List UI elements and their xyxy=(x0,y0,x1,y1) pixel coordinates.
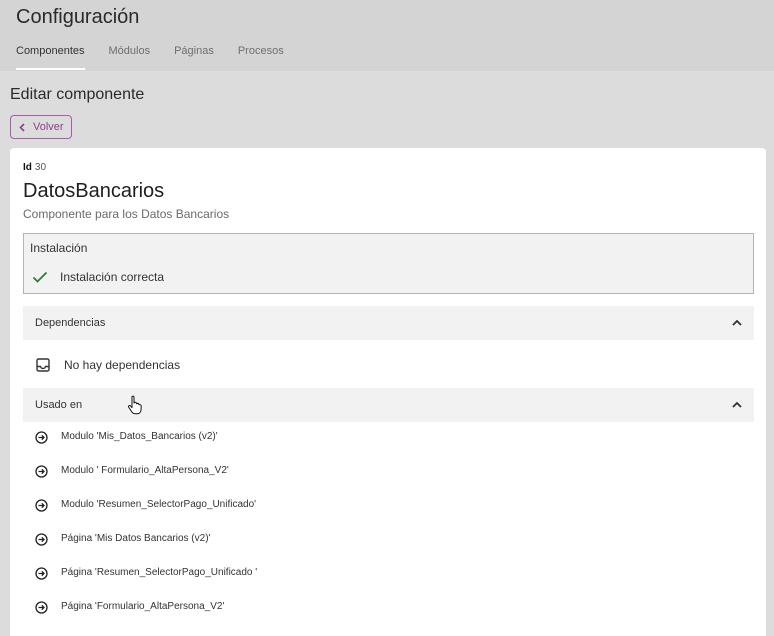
arrow-circle-right-icon xyxy=(35,431,48,444)
installation-status-text: Instalación correcta xyxy=(60,270,165,284)
tab-componentes[interactable]: Componentes xyxy=(16,45,85,70)
arrow-circle-right-icon xyxy=(35,533,48,546)
used-in-title: Usado en xyxy=(35,399,83,411)
component-id-value: 30 xyxy=(34,162,47,173)
no-dependencies-text: No hay dependencias xyxy=(64,358,181,372)
used-in-item[interactable]: Modulo ' Formulario_AltaPersona_V2' xyxy=(35,465,257,499)
component-id-label: Id xyxy=(23,162,32,173)
used-in-item-label: Página 'Formulario_AltaPersona_V2' xyxy=(61,601,225,612)
no-dependencies-message: No hay dependencias xyxy=(36,358,180,372)
arrow-circle-right-icon xyxy=(35,567,48,580)
used-in-item-label: Modulo 'Mis_Datos_Bancarios (v2)' xyxy=(61,431,218,442)
tab-paginas[interactable]: Páginas xyxy=(174,45,214,70)
dependencies-header[interactable]: Dependencias xyxy=(23,306,754,340)
used-in-item-label: Modulo 'Resumen_SelectorPago_Unificado' xyxy=(61,499,257,510)
used-in-item-label: Página 'Resumen_SelectorPago_Unificado ' xyxy=(61,567,258,578)
component-name: DatosBancarios xyxy=(23,180,165,202)
arrow-circle-right-icon xyxy=(35,465,48,478)
app-title: Configuración xyxy=(16,6,140,28)
installation-title: Instalación xyxy=(30,241,88,255)
component-id: Id 30 xyxy=(23,162,46,173)
inbox-icon xyxy=(36,358,50,372)
dependencies-title: Dependencias xyxy=(35,317,106,329)
installation-panel: Instalación Instalación correcta xyxy=(23,233,754,294)
chevron-left-icon xyxy=(19,122,25,132)
tab-modulos[interactable]: Módulos xyxy=(109,45,151,70)
chevron-up-icon[interactable] xyxy=(732,320,742,326)
used-in-item[interactable]: Modulo 'Resumen_SelectorPago_Unificado' xyxy=(35,499,257,533)
hand-pointer-icon xyxy=(127,395,142,415)
chevron-up-icon[interactable] xyxy=(732,402,742,408)
used-in-item[interactable]: Modulo 'Mis_Datos_Bancarios (v2)' xyxy=(35,431,257,465)
used-in-item[interactable]: Página 'Formulario_AltaPersona_V2' xyxy=(35,601,257,635)
tab-bar: Componentes Módulos Páginas Procesos xyxy=(16,45,308,70)
installation-status: Instalación correcta xyxy=(32,270,164,284)
used-in-item-label: Página 'Mis Datos Bancarios (v2)' xyxy=(61,533,211,544)
tab-procesos[interactable]: Procesos xyxy=(238,45,284,70)
component-description: Componente para los Datos Bancarios xyxy=(23,207,230,221)
check-icon xyxy=(32,271,48,283)
component-card: Id 30 DatosBancarios Componente para los … xyxy=(10,148,766,636)
back-button[interactable]: Volver xyxy=(10,115,72,139)
used-in-item[interactable]: Página 'Mis Datos Bancarios (v2)' xyxy=(35,533,257,567)
used-in-item-label: Modulo ' Formulario_AltaPersona_V2' xyxy=(61,465,229,476)
used-in-item[interactable]: Página 'Resumen_SelectorPago_Unificado ' xyxy=(35,567,257,601)
arrow-circle-right-icon xyxy=(35,499,48,512)
arrow-circle-right-icon xyxy=(35,601,48,614)
app-bar: Configuración Componentes Módulos Página… xyxy=(0,0,774,71)
used-in-list: Modulo 'Mis_Datos_Bancarios (v2)' Modulo… xyxy=(35,431,257,635)
page-heading: Editar componente xyxy=(10,86,145,103)
back-button-label: Volver xyxy=(33,121,64,133)
